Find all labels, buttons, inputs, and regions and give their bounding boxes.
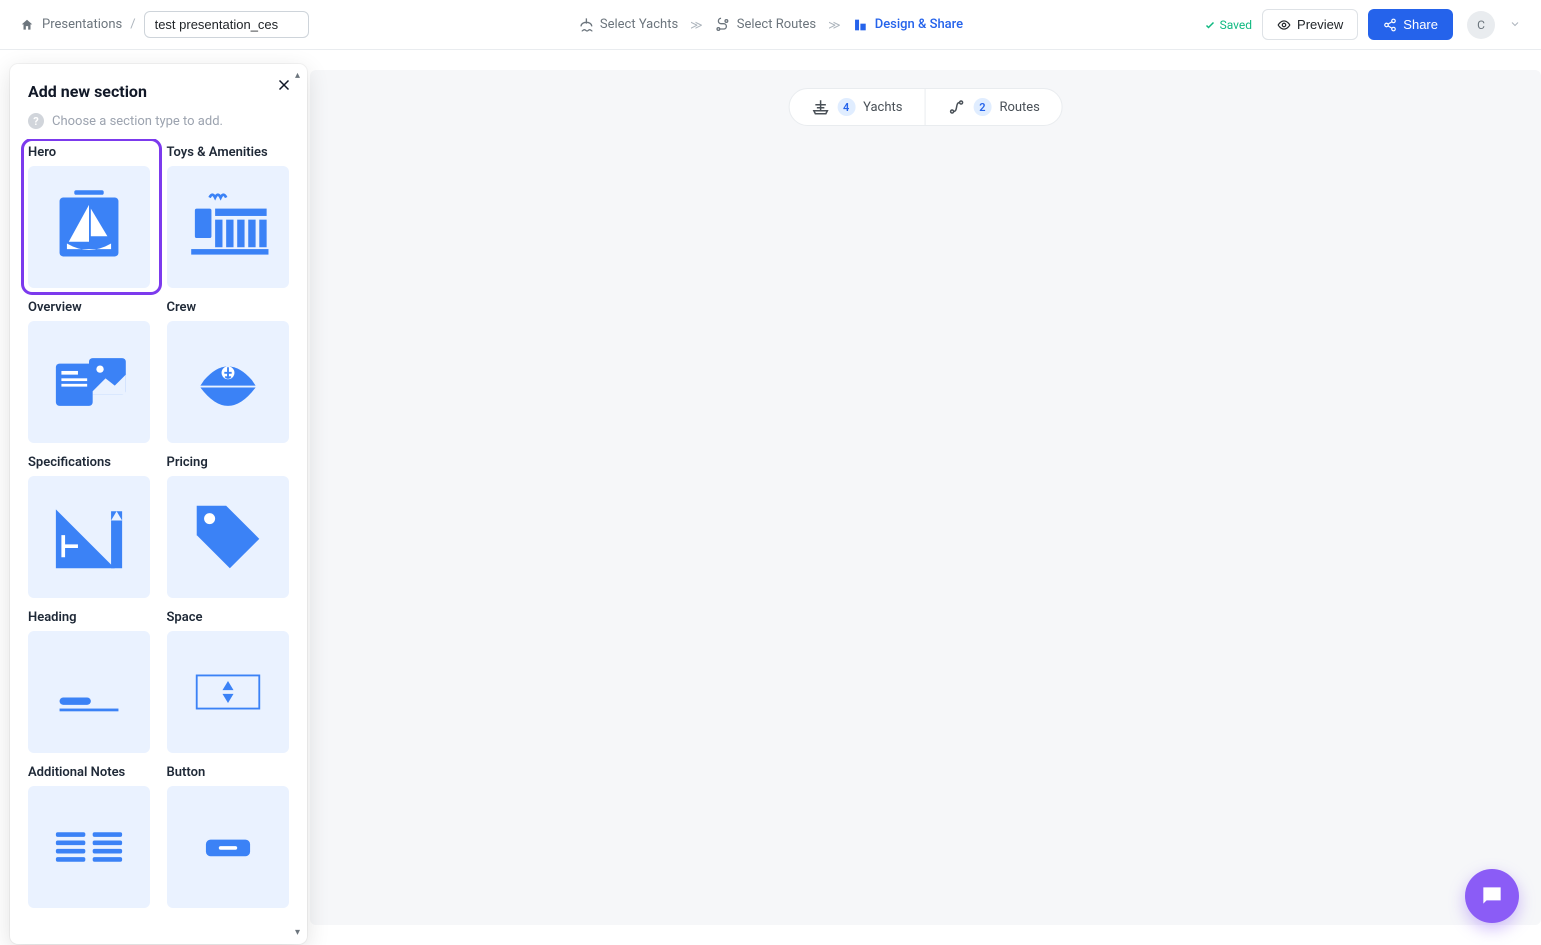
step-label: Select Yachts [600,17,678,32]
step-separator: ≫ [828,18,841,32]
home-icon[interactable] [20,18,34,32]
step-select-routes[interactable]: Select Routes [715,17,816,33]
specifications-icon [28,476,150,598]
wizard-steps: Select Yachts ≫ Select Routes ≫ Design &… [578,17,963,33]
topbar-left: Presentations / [20,11,309,38]
preview-label: Preview [1297,17,1343,32]
title-input[interactable] [144,11,309,38]
avatar-caret-icon[interactable] [1509,15,1521,34]
panel-header: Add new section ? Choose a section type … [10,64,307,139]
panel-body[interactable]: Hero Toys & Amenities Overview [10,139,307,944]
main: 4 Yachts 2 Routes ▴ Add new section ? Ch… [0,50,1541,945]
scroll-down-icon[interactable]: ▾ [292,927,303,938]
space-icon [167,631,289,753]
preview-button[interactable]: Preview [1262,9,1358,40]
yacht-label: Yachts [863,100,902,115]
section-label: Toys & Amenities [167,145,294,160]
section-hero[interactable]: Hero [24,141,159,292]
section-pricing[interactable]: Pricing [167,455,294,598]
route-label: Routes [999,100,1039,115]
topbar-right: Saved Preview Share C [1204,9,1521,40]
avatar[interactable]: C [1467,11,1495,39]
toys-icon [167,166,289,288]
breadcrumb-separator: / [130,17,135,32]
section-button[interactable]: Button [167,765,294,908]
section-crew[interactable]: Crew [167,300,294,443]
breadcrumb-presentations[interactable]: Presentations [42,17,122,32]
section-heading[interactable]: Heading [28,610,155,753]
section-label: Additional Notes [28,765,155,780]
section-label: Heading [28,610,155,625]
yachts-tab[interactable]: 4 Yachts [789,89,924,125]
topbar: Presentations / Select Yachts ≫ Select R… [0,0,1541,50]
yacht-route-pill: 4 Yachts 2 Routes [788,88,1063,126]
crew-icon [167,321,289,443]
heading-icon [28,631,150,753]
step-select-yachts[interactable]: Select Yachts [578,17,678,33]
step-design-share[interactable]: Design & Share [853,17,963,33]
help-icon: ? [28,113,44,129]
saved-status: Saved [1204,18,1252,32]
pricing-icon [167,476,289,598]
panel-help-text: Choose a section type to add. [52,114,223,129]
routes-tab[interactable]: 2 Routes [924,89,1061,125]
route-count-badge: 2 [973,98,991,116]
yacht-icon [811,98,829,116]
overview-icon [28,321,150,443]
section-toys-amenities[interactable]: Toys & Amenities [167,145,294,288]
section-space[interactable]: Space [167,610,294,753]
hero-icon [28,166,150,288]
step-label: Select Routes [737,17,816,32]
section-panel: ▴ Add new section ? Choose a section typ… [10,64,307,944]
route-icon [947,98,965,116]
section-label: Button [167,765,294,780]
panel-help: ? Choose a section type to add. [28,113,289,129]
close-icon[interactable] [275,76,293,94]
saved-label: Saved [1220,18,1252,32]
section-specifications[interactable]: Specifications [28,455,155,598]
section-label: Specifications [28,455,155,470]
section-label: Hero [28,145,155,160]
section-label: Space [167,610,294,625]
canvas: 4 Yachts 2 Routes [310,70,1541,925]
panel-title: Add new section [28,82,289,101]
button-icon [167,786,289,908]
step-separator: ≫ [690,18,703,32]
yacht-count-badge: 4 [837,98,855,116]
section-label: Crew [167,300,294,315]
chat-button[interactable] [1465,869,1519,923]
section-overview[interactable]: Overview [28,300,155,443]
notes-icon [28,786,150,908]
section-label: Overview [28,300,155,315]
share-button[interactable]: Share [1368,9,1453,40]
section-additional-notes[interactable]: Additional Notes [28,765,155,908]
step-label: Design & Share [875,17,963,32]
share-label: Share [1403,17,1438,32]
section-label: Pricing [167,455,294,470]
